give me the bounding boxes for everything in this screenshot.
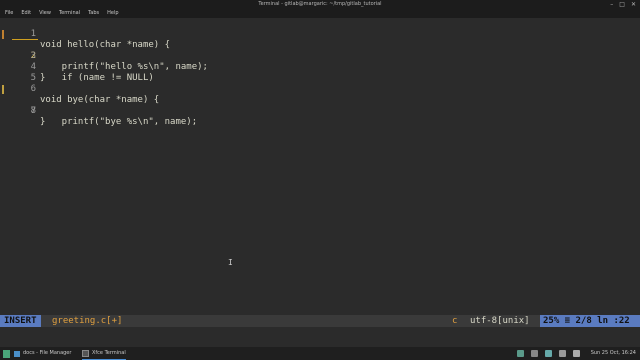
taskbar-item-label: docs - File Manager xyxy=(23,350,72,356)
battery-icon[interactable] xyxy=(573,350,580,357)
close-button[interactable]: ✕ xyxy=(631,0,636,9)
window-title: Terminal - gitlab@margaric: ~/tmp/gitlab… xyxy=(258,1,382,7)
menu-help[interactable]: Help xyxy=(107,9,118,18)
line-text: } xyxy=(40,73,46,83)
editor-area[interactable]: 1 void hello(char *name) { 2 if (name !=… xyxy=(0,18,640,314)
menu-file[interactable]: File xyxy=(5,9,13,18)
maximize-button[interactable]: □ xyxy=(619,0,625,9)
window-titlebar: Terminal - gitlab@margaric: ~/tmp/gitlab… xyxy=(0,0,640,9)
line-number: 8 xyxy=(30,106,36,116)
code-line-current: 2 if (name != NULL) xyxy=(0,29,640,83)
line-text: void bye(char *name) { xyxy=(40,95,160,105)
menu-terminal[interactable]: Terminal xyxy=(59,9,80,18)
status-bar: INSERT greeting.c[+] c utf-8[unix] 25% ≡… xyxy=(0,315,640,327)
code-line: 3 printf("hello %s\n", name); xyxy=(0,40,208,72)
volume-icon[interactable] xyxy=(559,350,566,357)
code-line: 1 void hello(char *name) { xyxy=(0,18,170,50)
line-text: printf("hello %s\n", name); xyxy=(40,62,208,72)
code-line: 6 void bye(char *name) { xyxy=(0,73,160,105)
taskbar-item-terminal[interactable]: Xfce Terminal xyxy=(82,347,126,360)
system-tray xyxy=(517,350,580,357)
menu-view[interactable]: View xyxy=(39,9,51,18)
code-line: 7 printf("bye %s\n", name); xyxy=(0,84,640,127)
line-text: if (name != NULL) xyxy=(40,73,154,83)
line-text: void hello(char *name) { xyxy=(40,40,171,50)
menu-bar: File Edit View Terminal Tabs Help xyxy=(0,9,640,18)
file-encoding: utf-8[unix] xyxy=(470,316,530,326)
file-type: c xyxy=(452,316,458,326)
change-marker xyxy=(2,85,4,94)
terminal-icon xyxy=(82,349,89,357)
app-menu-icon[interactable] xyxy=(3,347,10,360)
code-line: 4 } xyxy=(0,51,46,83)
display-icon[interactable] xyxy=(531,350,538,357)
code-line: 8 } xyxy=(0,95,46,127)
network-icon[interactable] xyxy=(517,350,524,357)
cursor-position: 25% ≡ 2/8 ln :22 xyxy=(540,315,640,327)
taskbar-item-file-manager[interactable]: docs - File Manager xyxy=(14,347,71,360)
minimize-button[interactable]: – xyxy=(610,0,613,9)
mouse-cursor-icon: I xyxy=(228,259,233,267)
menu-tabs[interactable]: Tabs xyxy=(88,9,99,18)
code-line: 5 xyxy=(0,62,36,83)
line-text: printf("bye %s\n", name); xyxy=(40,117,198,127)
taskbar-item-label: Xfce Terminal xyxy=(92,349,126,356)
file-name: greeting.c[+] xyxy=(52,316,123,326)
taskbar: docs - File Manager Xfce Terminal Sun 25… xyxy=(0,347,640,360)
change-marker xyxy=(2,30,4,39)
window-controls: – □ ✕ xyxy=(610,0,636,9)
menu-edit[interactable]: Edit xyxy=(21,9,31,18)
clock[interactable]: Sun 25 Oct, 16:24 xyxy=(591,347,636,360)
mode-indicator: INSERT xyxy=(0,315,41,327)
updates-icon[interactable] xyxy=(545,350,552,357)
line-text: } xyxy=(40,117,46,127)
folder-icon xyxy=(14,350,20,357)
